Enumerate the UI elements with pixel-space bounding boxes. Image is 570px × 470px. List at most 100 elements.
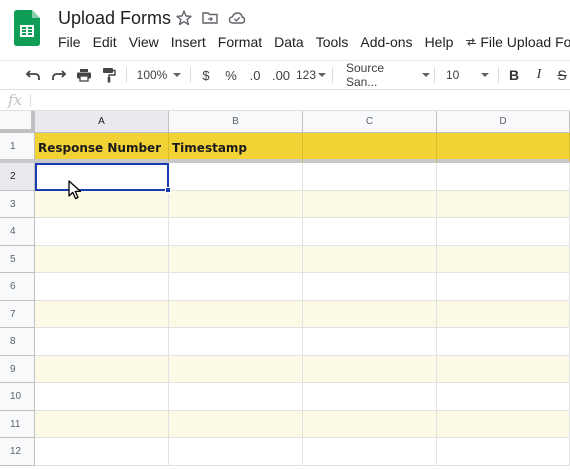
cell-b3[interactable]	[169, 191, 303, 218]
row-header-1[interactable]: 1	[0, 133, 35, 163]
currency-format-button[interactable]: $	[197, 61, 215, 89]
percent-format-button[interactable]: %	[222, 61, 240, 89]
cell-a8[interactable]	[35, 328, 169, 356]
cell-a4[interactable]	[35, 218, 169, 246]
cell-d6[interactable]	[437, 273, 570, 301]
cell-d5[interactable]	[437, 246, 570, 273]
menu-help[interactable]: Help	[419, 32, 460, 52]
increase-decimals-button[interactable]: .00	[269, 61, 293, 89]
row-header-6[interactable]: 6	[0, 273, 35, 301]
cell-c11[interactable]	[303, 411, 437, 438]
cell-a2[interactable]	[35, 163, 169, 191]
cell-b2[interactable]	[169, 163, 303, 191]
row-header-11[interactable]: 11	[0, 411, 35, 438]
zoom-select[interactable]: 100%	[132, 61, 186, 89]
chevron-down-icon	[422, 73, 430, 77]
cell-c6[interactable]	[303, 273, 437, 301]
cell-a7[interactable]	[35, 301, 169, 328]
menu-insert[interactable]: Insert	[165, 32, 212, 52]
cell-b6[interactable]	[169, 273, 303, 301]
menu-addons[interactable]: Add-ons	[354, 32, 418, 52]
print-icon	[77, 69, 91, 82]
row-header-8[interactable]: 8	[0, 328, 35, 356]
cell-c8[interactable]	[303, 328, 437, 356]
menu-view[interactable]: View	[123, 32, 165, 52]
menu-file[interactable]: File	[52, 32, 87, 52]
row-header-9[interactable]: 9	[0, 356, 35, 383]
cell-b4[interactable]	[169, 218, 303, 246]
cell-d3[interactable]	[437, 191, 570, 218]
cell-d9[interactable]	[437, 356, 570, 383]
cell-a12[interactable]	[35, 438, 169, 466]
paint-format-button[interactable]	[98, 61, 120, 89]
document-title[interactable]: Upload Forms	[58, 8, 171, 29]
font-size-select[interactable]: 10	[440, 61, 492, 89]
column-header-c[interactable]: C	[303, 111, 437, 133]
cell-b12[interactable]	[169, 438, 303, 466]
menu-format[interactable]: Format	[212, 32, 268, 52]
cell-a6[interactable]	[35, 273, 169, 301]
cell-c2[interactable]	[303, 163, 437, 191]
column-header-a[interactable]: A	[35, 111, 169, 133]
cell-c5[interactable]	[303, 246, 437, 273]
undo-button[interactable]	[22, 61, 44, 89]
row-header-3[interactable]: 3	[0, 191, 35, 218]
move-folder-icon[interactable]	[201, 9, 219, 27]
cell-c10[interactable]	[303, 383, 437, 411]
italic-button[interactable]: I	[530, 61, 548, 89]
cell-d12[interactable]	[437, 438, 570, 466]
menu-data[interactable]: Data	[268, 32, 310, 52]
cell-c4[interactable]	[303, 218, 437, 246]
sheets-logo-icon[interactable]	[14, 10, 40, 46]
cell-d11[interactable]	[437, 411, 570, 438]
cell-c9[interactable]	[303, 356, 437, 383]
cell-d7[interactable]	[437, 301, 570, 328]
cell-a10[interactable]	[35, 383, 169, 411]
cell-c7[interactable]	[303, 301, 437, 328]
cell-a5[interactable]	[35, 246, 169, 273]
cell-b10[interactable]	[169, 383, 303, 411]
select-all-corner[interactable]	[0, 111, 35, 133]
cell-d10[interactable]	[437, 383, 570, 411]
menu-edit[interactable]: Edit	[87, 32, 123, 52]
bold-button[interactable]: B	[505, 61, 523, 89]
row-header-5[interactable]: 5	[0, 246, 35, 273]
cell-c1[interactable]	[303, 133, 437, 163]
row-header-4[interactable]: 4	[0, 218, 35, 246]
addon-link-label: File Upload Forms	[480, 34, 570, 50]
cell-c3[interactable]	[303, 191, 437, 218]
column-header-b[interactable]: B	[169, 111, 303, 133]
row-header-12[interactable]: 12	[0, 438, 35, 466]
row-header-7[interactable]: 7	[0, 301, 35, 328]
menu-tools[interactable]: Tools	[310, 32, 355, 52]
row-header-10[interactable]: 10	[0, 383, 35, 411]
column-header-d[interactable]: D	[437, 111, 570, 133]
cell-b5[interactable]	[169, 246, 303, 273]
redo-button[interactable]	[48, 61, 70, 89]
star-icon[interactable]	[175, 9, 193, 27]
table-row	[35, 246, 570, 273]
cell-d4[interactable]	[437, 218, 570, 246]
formula-input[interactable]	[36, 90, 566, 110]
print-button[interactable]	[73, 61, 95, 89]
more-formats-select[interactable]: 123	[296, 61, 327, 89]
decrease-decimals-button[interactable]: .0	[245, 61, 265, 89]
row-header-2[interactable]: 2	[0, 163, 35, 191]
cell-b9[interactable]	[169, 356, 303, 383]
cell-d8[interactable]	[437, 328, 570, 356]
cell-b11[interactable]	[169, 411, 303, 438]
font-family-select[interactable]: Source San...	[340, 61, 430, 89]
cell-b7[interactable]	[169, 301, 303, 328]
cell-d1[interactable]	[437, 133, 570, 163]
cell-a9[interactable]	[35, 356, 169, 383]
cell-b1[interactable]: Timestamp	[169, 133, 303, 163]
cell-a1[interactable]: Response Number	[35, 133, 169, 163]
menu-file-upload-forms[interactable]: File Upload Forms	[459, 32, 570, 52]
cell-c12[interactable]	[303, 438, 437, 466]
strikethrough-button[interactable]: S	[554, 61, 570, 89]
cell-d2[interactable]	[437, 163, 570, 191]
cloud-status-icon[interactable]	[228, 9, 246, 27]
cell-a3[interactable]	[35, 191, 169, 218]
cell-a11[interactable]	[35, 411, 169, 438]
cell-b8[interactable]	[169, 328, 303, 356]
